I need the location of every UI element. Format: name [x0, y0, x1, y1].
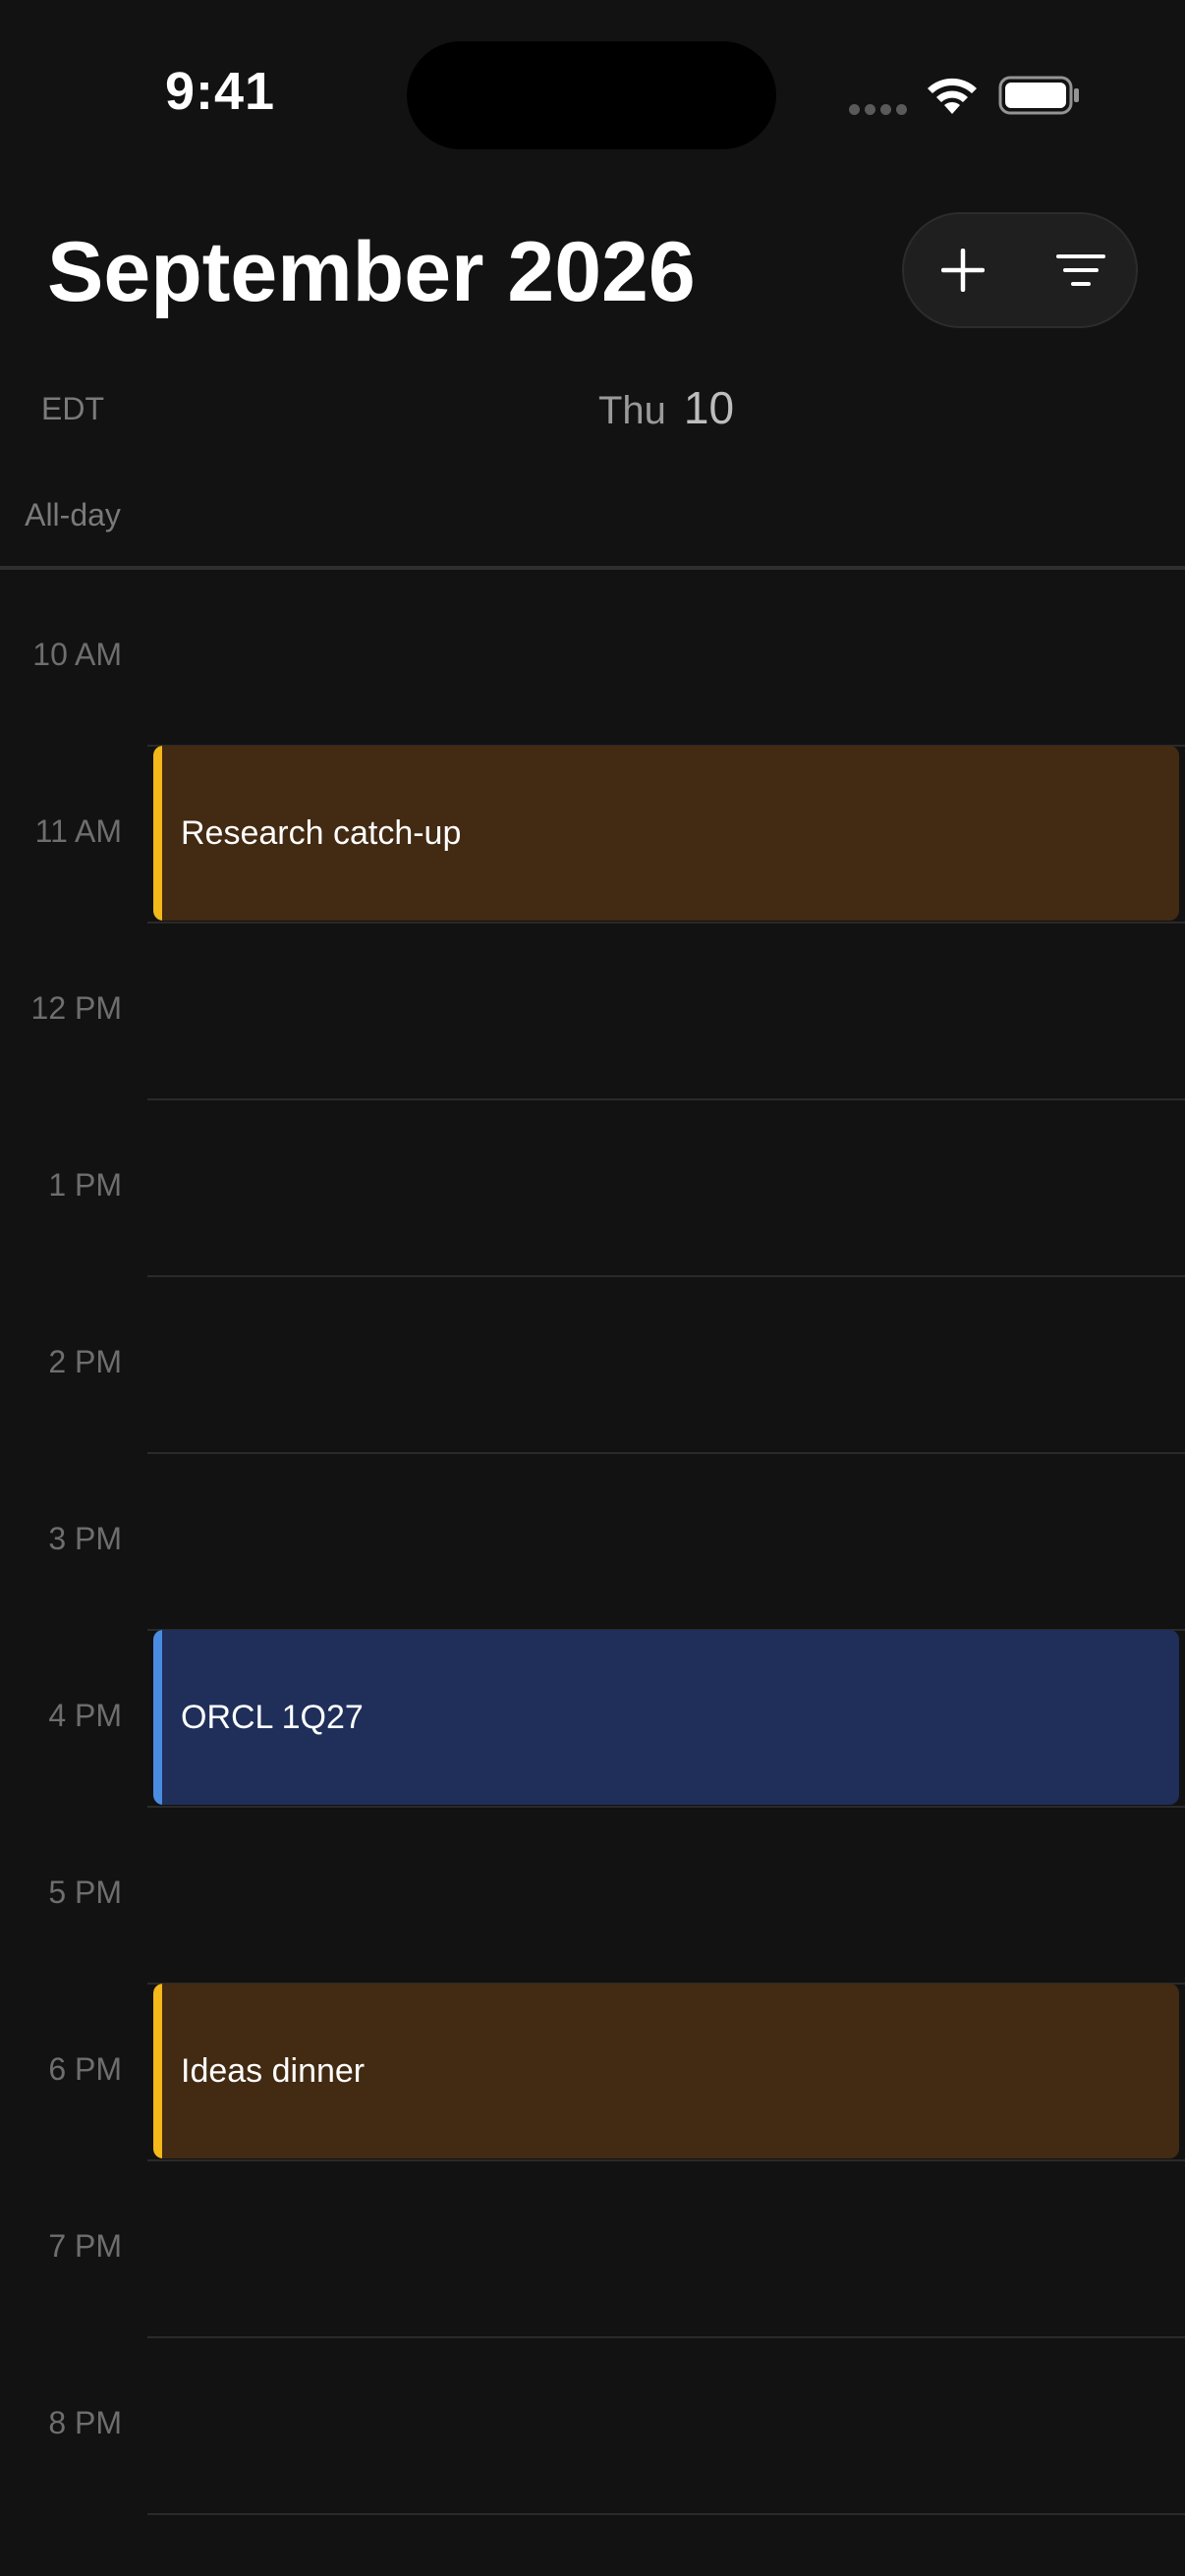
- hour-label: 11 AM: [34, 813, 122, 849]
- hour-gridline: [147, 2513, 1185, 2515]
- hour-label: 12 PM: [30, 990, 122, 1026]
- event-color-bar: [153, 1984, 162, 2158]
- all-day-divider: [0, 566, 1185, 570]
- hour-gridline: [147, 1806, 1185, 1808]
- timezone-label: EDT: [41, 391, 104, 426]
- event-color-bar: [153, 1630, 162, 1805]
- page-title: September 2026: [47, 225, 696, 319]
- hour-label: 7 PM: [48, 2228, 122, 2264]
- event-research-catch-up[interactable]: Research catch-up: [153, 746, 1179, 921]
- status-time: 9:41: [165, 62, 276, 121]
- hour-label: 3 PM: [48, 1521, 122, 1556]
- day-header[interactable]: Thu 10: [147, 381, 1185, 434]
- dynamic-island: [407, 41, 776, 149]
- all-day-label: All-day: [25, 497, 121, 532]
- hour-gridline: [147, 2159, 1185, 2161]
- event-title: Ideas dinner: [181, 2051, 366, 2090]
- status-bar: 9:41: [0, 0, 1185, 187]
- hour-label: 5 PM: [48, 1875, 122, 1910]
- event-title: ORCL 1Q27: [181, 1698, 364, 1736]
- wifi-icon: [928, 78, 977, 114]
- hour-gridline: [147, 1098, 1185, 1100]
- hour-gridline: [147, 922, 1185, 924]
- cellular-signal-icon: [849, 104, 908, 116]
- hour-label: 4 PM: [48, 1698, 122, 1733]
- hour-gridline: [147, 1452, 1185, 1454]
- filter-lines-icon: [1056, 254, 1105, 286]
- day-of-month: 10: [683, 382, 735, 433]
- hour-label: 10 AM: [32, 637, 122, 672]
- event-ideas-dinner[interactable]: Ideas dinner: [153, 1984, 1179, 2158]
- hour-label: 8 PM: [48, 2405, 122, 2440]
- event-orcl-1q27[interactable]: ORCL 1Q27: [153, 1630, 1179, 1805]
- event-color-bar: [153, 746, 162, 921]
- event-title: Research catch-up: [181, 813, 462, 852]
- battery-icon: [998, 76, 1079, 115]
- hour-label: 2 PM: [48, 1344, 122, 1379]
- plus-icon: [941, 249, 985, 292]
- day-of-week: Thu: [597, 389, 666, 432]
- add-event-button[interactable]: [904, 214, 1022, 326]
- hour-label: 1 PM: [48, 1167, 122, 1203]
- hour-label: 6 PM: [48, 2051, 122, 2087]
- toolbar-pill: [902, 212, 1138, 328]
- filter-button[interactable]: [1022, 214, 1140, 326]
- hour-gridline: [147, 2336, 1185, 2338]
- hour-gridline: [147, 1275, 1185, 1277]
